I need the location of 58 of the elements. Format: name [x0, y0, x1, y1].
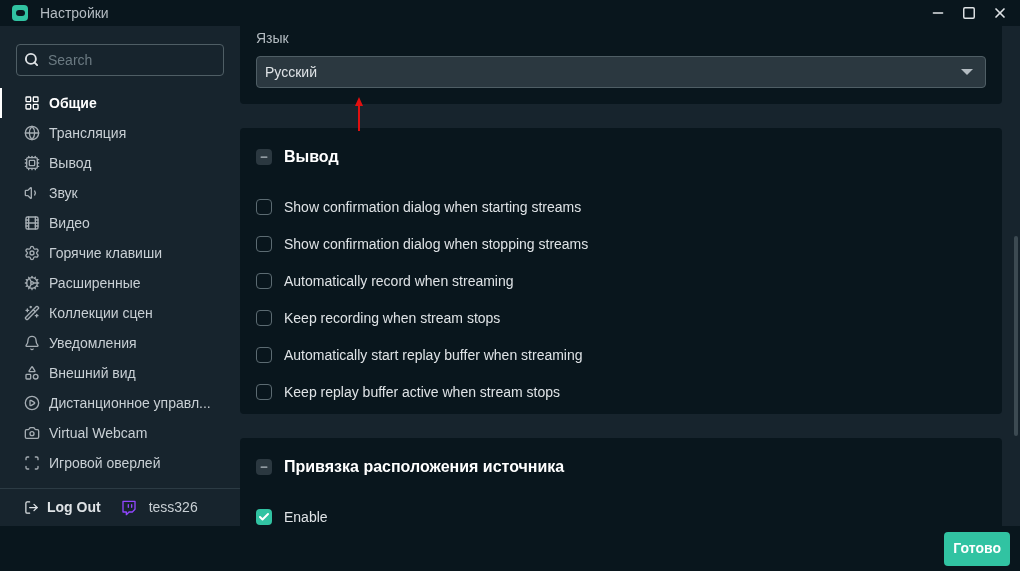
- search-field[interactable]: Search: [16, 44, 224, 76]
- logout-icon: [24, 500, 39, 515]
- app-logo-icon: [12, 5, 28, 21]
- dropdown-caret-icon: [961, 69, 973, 75]
- globe-icon: [24, 125, 40, 141]
- grid-icon: [24, 95, 40, 111]
- film-icon: [24, 215, 40, 231]
- username: tess326: [148, 498, 198, 517]
- checkbox[interactable]: [256, 199, 272, 215]
- sidebar-item[interactable]: Звук: [0, 178, 240, 208]
- sidebar-item[interactable]: Видео: [0, 208, 240, 238]
- section-title: Вывод: [284, 147, 339, 167]
- frame-icon: [24, 455, 40, 471]
- log-out-button[interactable]: Log Out: [24, 497, 101, 518]
- gears-icon: [24, 275, 40, 291]
- checkbox[interactable]: [256, 384, 272, 400]
- check-icon: [258, 511, 270, 523]
- collapse-toggle[interactable]: [256, 149, 272, 165]
- option-label: Automatically start replay buffer when streaming: [284, 345, 583, 365]
- checkbox[interactable]: [256, 273, 272, 289]
- sidebar-item[interactable]: Virtual Webcam: [0, 418, 240, 448]
- sidebar-item[interactable]: Трансляция: [0, 118, 240, 148]
- sidebar-item[interactable]: Внешний вид: [0, 358, 240, 388]
- search-icon: [24, 52, 39, 67]
- checkbox[interactable]: [256, 236, 272, 252]
- sidebar-item[interactable]: Горячие клавиши: [0, 238, 240, 268]
- bell-icon: [24, 335, 40, 351]
- sidebar-item[interactable]: Коллекции сцен: [0, 298, 240, 328]
- checkbox[interactable]: [256, 509, 272, 525]
- play-icon: [24, 395, 40, 411]
- option-label: Automatically record when streaming: [284, 271, 514, 291]
- twitch-logo-icon: [120, 499, 137, 516]
- language-label: Язык: [256, 29, 290, 48]
- shapes-icon: [24, 365, 40, 381]
- camera-icon: [24, 425, 40, 441]
- option-label: Keep replay buffer active when stream stops: [284, 382, 560, 402]
- option-label: Show confirmation dialog when stopping streams: [284, 234, 589, 254]
- window-title: Настройки: [40, 3, 109, 23]
- collapse-toggle[interactable]: [256, 459, 272, 475]
- wand-icon: [24, 305, 40, 321]
- settings-icon: [24, 245, 40, 261]
- scrollbar[interactable]: [1014, 236, 1018, 436]
- section-title: Привязка расположения источника: [284, 457, 565, 477]
- sidebar-item[interactable]: Вывод: [0, 148, 240, 178]
- language-select[interactable]: Русский: [256, 56, 986, 88]
- annotation-arrow: [355, 97, 363, 131]
- sidebar-item[interactable]: Дистанционное управл...: [0, 388, 240, 418]
- sidebar-item[interactable]: Игровой оверлей: [0, 448, 240, 478]
- sidebar-item[interactable]: Расширенные: [0, 268, 240, 298]
- option-label: Show confirmation dialog when starting streams: [284, 197, 582, 217]
- checkbox[interactable]: [256, 310, 272, 326]
- close-icon[interactable]: [992, 5, 1008, 21]
- option-label: Enable: [284, 507, 328, 526]
- sidebar-item[interactable]: Уведомления: [0, 328, 240, 358]
- maximize-icon[interactable]: [962, 6, 976, 20]
- checkbox[interactable]: [256, 347, 272, 363]
- chip-icon: [24, 155, 40, 171]
- option-label: Keep recording when stream stops: [284, 308, 501, 328]
